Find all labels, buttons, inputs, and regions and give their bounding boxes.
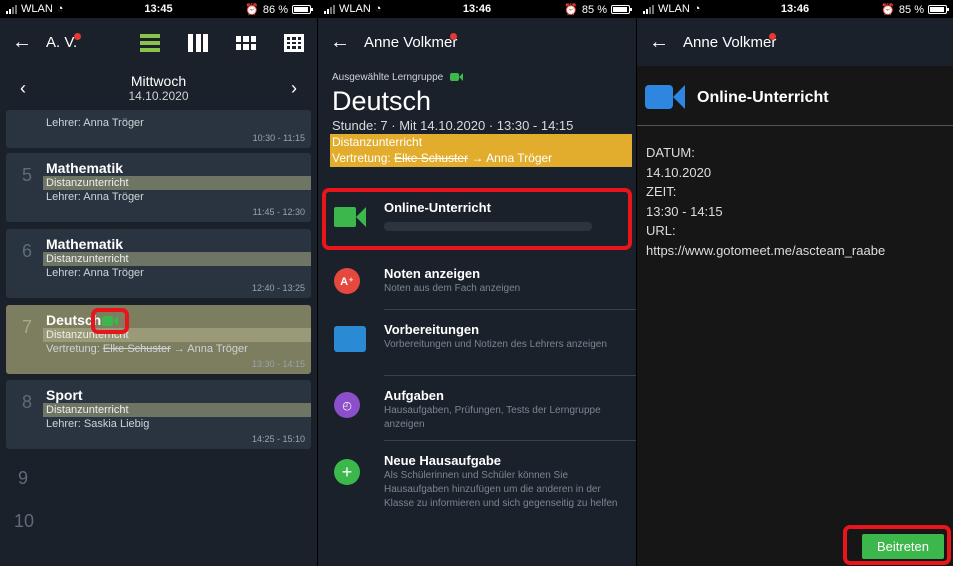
notification-dot [450, 33, 457, 40]
lesson-subject: Sport [46, 387, 83, 403]
lesson-teacher: Lehrer: Anna Tröger [46, 191, 144, 203]
next-day-icon[interactable]: › [291, 78, 297, 99]
meeting-url[interactable]: https://www.gotomeet.me/ascteam_raabe [646, 241, 885, 261]
assignments-item[interactable]: ◴ Aufgaben Hausaufgaben, Prüfungen, Test… [318, 378, 636, 440]
subject-title: Deutsch [332, 86, 432, 116]
lesson-teacher: Lehrer: Anna Tröger [46, 267, 144, 279]
alarm-icon: ⏰ [245, 4, 259, 16]
highlight-box [322, 188, 632, 250]
item-title: Noten anzeigen [384, 266, 481, 281]
lesson-substitution: Vertretung: Elke Schuster → Anna Tröger [46, 343, 248, 355]
item-description: Vorbereitungen und Notizen des Lehrers a… [384, 339, 607, 350]
lesson-status-band: Distanzunterricht [43, 176, 311, 190]
nav-bar: ← Anne Volkmer [637, 18, 953, 66]
add-icon: + [334, 459, 360, 485]
back-arrow-icon[interactable]: ← [649, 31, 669, 54]
item-description: Als Schülerinnen und Schüler können Sie … [384, 470, 618, 509]
lesson-subject: Mathematik [46, 236, 124, 252]
battery-icon [292, 5, 313, 14]
url-label: URL: [646, 223, 676, 238]
time-value: 13:30 - 14:15 [646, 203, 723, 219]
user-name: Anne Volkmer [683, 34, 777, 51]
battery-icon [611, 5, 632, 14]
lesson-status-band: Distanzunterricht [43, 252, 311, 266]
online-lesson-panel: WLAN ◔ 13:46 ⏰ 85 % ← Anne Volkmer Online-… [637, 0, 953, 566]
lesson-card[interactable]: Lehrer: Anna Tröger 10:30 - 11:15 [6, 110, 311, 148]
status-bar: WLAN ◔ 13:46 ⏰ 85 % [318, 0, 636, 18]
group-label: Ausgewählte Lerngruppe [332, 72, 463, 83]
clock-icon: ◴ [334, 392, 360, 418]
date-navigator: ‹ Mittwoch 14.10.2020 › [0, 66, 317, 110]
back-arrow-icon[interactable]: ← [12, 31, 32, 54]
day-view-icon[interactable] [140, 34, 160, 52]
user-name: Anne Volkmer [364, 34, 458, 51]
video-camera-icon [449, 73, 463, 82]
lesson-card[interactable]: 5 Mathematik Distanzunterricht Lehrer: A… [6, 153, 311, 222]
item-title: Neue Hausaufgabe [384, 453, 502, 468]
lesson-number: 7 [22, 317, 33, 337]
lesson-card[interactable]: 6 Mathematik Distanzunterricht Lehrer: A… [6, 229, 311, 298]
week-view-icon[interactable] [236, 34, 256, 52]
column-view-icon[interactable] [188, 34, 208, 52]
lesson-time: 12:40 - 13:25 [251, 283, 305, 293]
notice-banner: Distanzunterricht Vertretung: Elke Schus… [330, 134, 632, 167]
date-value: 14.10.2020 [646, 164, 712, 180]
lesson-time: 11:45 - 12:30 [252, 207, 305, 217]
timetable-panel: WLAN ◔ 13:45 ⏰ 86 % ← A. V. ‹ Mittwoch 14.… [0, 0, 317, 566]
item-title: Vorbereitungen [384, 322, 480, 337]
lesson-subject: Mathematik [46, 160, 124, 176]
alarm-icon: ⏰ [881, 4, 895, 16]
join-button[interactable]: Beitreten [862, 534, 944, 559]
time-label: ZEIT: [646, 184, 677, 199]
lesson-info: DATUM: 14.10.2020 ZEIT: 13:30 - 14:15 UR… [646, 143, 885, 260]
item-description: Hausaufgaben, Prüfungen, Tests der Lerng… [384, 405, 601, 430]
lesson-number: 5 [22, 165, 33, 185]
empty-period-number: 9 [18, 468, 29, 488]
lesson-time: 13:30 - 14:15 [251, 359, 305, 369]
lesson-card[interactable]: 8 Sport Distanzunterricht Lehrer: Saskia… [6, 380, 311, 449]
status-bar: WLAN ◔ 13:46 ⏰ 85 % [637, 0, 953, 18]
page-title: Online-Unterricht [697, 89, 829, 106]
date-label: DATUM: [646, 145, 695, 160]
date-label: 14.10.2020 [128, 89, 189, 103]
lesson-number: 8 [22, 392, 33, 412]
divider [637, 125, 953, 126]
lesson-card-selected[interactable]: 7 Deutsch Distanzunterricht Vertretung: … [6, 305, 311, 374]
previous-day-icon[interactable]: ‹ [20, 78, 26, 99]
nav-bar: ← Anne Volkmer [318, 18, 636, 66]
lesson-time: 14:25 - 15:10 [251, 434, 305, 444]
nav-bar: ← A. V. [0, 18, 317, 66]
lesson-number: 6 [22, 241, 33, 261]
lesson-header: Ausgewählte Lerngruppe Deutsch Stunde: 7… [318, 66, 636, 176]
preparations-item[interactable]: Vorbereitungen Vorbereitungen und Notize… [318, 312, 636, 376]
grades-item[interactable]: A⁺ Noten anzeigen Noten aus dem Fach anz… [318, 256, 636, 310]
battery-icon [928, 5, 949, 14]
notification-dot [769, 33, 776, 40]
lesson-detail-panel: WLAN ◔ 13:46 ⏰ 85 % ← Anne Volkmer Ausgewä… [318, 0, 636, 566]
user-name: A. V. [46, 34, 78, 51]
lesson-teacher: Lehrer: Saskia Liebig [46, 418, 150, 430]
back-arrow-icon[interactable]: ← [330, 31, 350, 54]
item-description: Noten aus dem Fach anzeigen [384, 283, 521, 294]
new-homework-item[interactable]: + Neue Hausaufgabe Als Schülerinnen und … [318, 443, 636, 533]
item-title: Aufgaben [384, 388, 444, 403]
lesson-status-band: Distanzunterricht [43, 403, 311, 417]
alarm-icon: ⏰ [564, 4, 578, 16]
video-camera-icon [645, 85, 685, 109]
grade-icon: A⁺ [334, 268, 360, 294]
lesson-status-band: Distanzunterricht [43, 328, 311, 342]
month-view-icon[interactable] [284, 34, 304, 52]
weekday-label: Mittwoch [130, 73, 187, 89]
notification-dot [74, 33, 81, 40]
briefcase-icon [334, 326, 366, 352]
lesson-meta: Stunde: 7 · Mit 14.10.2020 · 13:30 - 14:… [332, 118, 574, 133]
status-bar: WLAN ◔ 13:45 ⏰ 86 % [0, 0, 317, 18]
empty-period-number: 10 [14, 511, 35, 531]
video-camera-icon[interactable] [102, 316, 118, 326]
